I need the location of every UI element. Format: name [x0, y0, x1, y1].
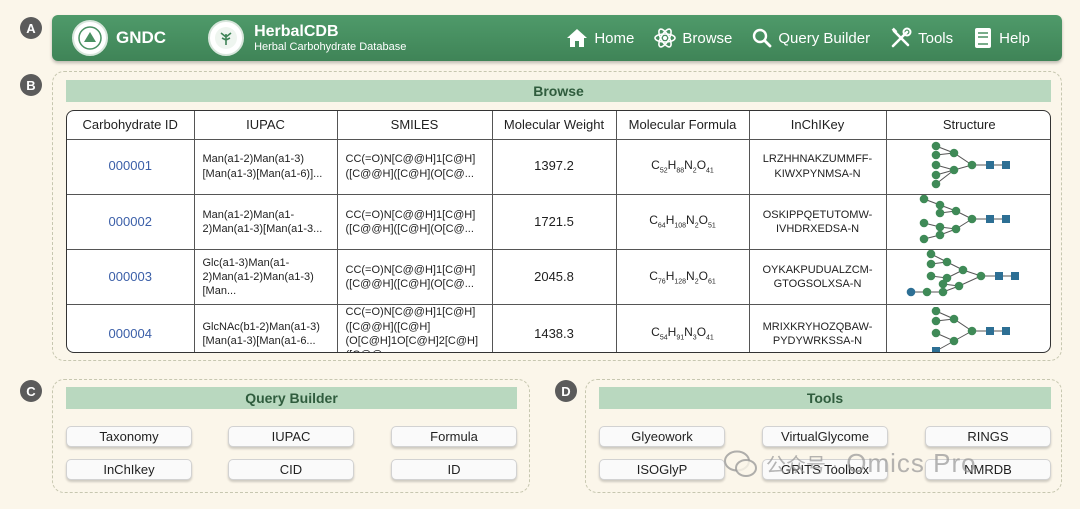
tool-virtualglycome-button[interactable]: VirtualGlycome [762, 426, 888, 447]
nav-home[interactable]: Home [566, 28, 634, 48]
mw-cell: 1438.3 [492, 304, 617, 352]
browse-title: Browse [66, 80, 1051, 102]
col-header-iupac[interactable]: IUPAC [194, 111, 338, 140]
table-header-row: Carbohydrate ID IUPAC SMILES Molecular W… [67, 111, 1050, 140]
nav-home-label: Home [594, 29, 635, 47]
mw-cell: 2045.8 [492, 249, 617, 306]
glycan-structure-icon [886, 305, 1050, 352]
panel-label-a: A [20, 17, 42, 39]
nav-query-builder-label: Query Builder [778, 29, 871, 47]
formula-cell: C76H128N2O61 [616, 249, 750, 306]
col-header-id[interactable]: Carbohydrate ID [67, 111, 195, 140]
query-inchikey-button[interactable]: InChIkey [66, 459, 192, 480]
panel-label-c: C [20, 380, 42, 402]
formula-cell: C52H88N2O41 [616, 139, 750, 195]
smiles-cell: CC(=O)N[C@@H]1[C@H]([C@@H]([C@H](O[C@... [337, 194, 493, 251]
inchikey-cell: LRZHHNAKZUMMFF-KIWXPYNMSA-N [749, 139, 887, 195]
carbohydrate-id-link[interactable]: 000002 [67, 194, 195, 251]
db-subtitle: Herbal Carbohydrate Database [254, 40, 407, 53]
browse-table: Carbohydrate ID IUPAC SMILES Molecular W… [66, 110, 1051, 353]
tools-icon [891, 27, 912, 48]
iupac-cell: Glc(a1-3)Man(a1-2)Man(a1-2)Man(a1-3)[Man… [194, 249, 338, 306]
smiles-cell: CC(=O)N[C@@H]1[C@H]([C@@H]([C@H](O[C@H]1… [337, 304, 493, 352]
nav-tools[interactable]: Tools [890, 27, 953, 49]
query-cid-button[interactable]: CID [228, 459, 354, 480]
gndc-logo [72, 20, 108, 56]
tools-title: Tools [599, 387, 1051, 409]
formula-cell: C64H108N2O51 [616, 194, 750, 251]
query-builder-title: Query Builder [66, 387, 517, 409]
table-row[interactable]: 000002 Man(a1-2)Man(a1-2)Man(a1-3)[Man(a… [67, 194, 1050, 251]
query-iupac-button[interactable]: IUPAC [228, 426, 354, 447]
panel-label-b: B [20, 74, 42, 96]
nav-help-label: Help [999, 29, 1030, 47]
tool-isoglyp-button[interactable]: ISOGlyP [599, 459, 725, 480]
col-header-smiles[interactable]: SMILES [337, 111, 493, 140]
query-formula-button[interactable]: Formula [391, 426, 517, 447]
herbalcdb-brand[interactable]: HerbalCDB Herbal Carbohydrate Database [208, 20, 406, 56]
panel-label-d: D [555, 380, 577, 402]
herbalcdb-logo [208, 20, 245, 56]
nav-browse-label: Browse [682, 29, 733, 47]
carbohydrate-id-link[interactable]: 000001 [67, 139, 195, 195]
carbohydrate-id-link[interactable]: 000003 [67, 249, 195, 306]
glycan-structure-icon [886, 249, 1050, 306]
tool-glyeowork-button[interactable]: Glyeowork [599, 426, 725, 447]
formula-cell: C54H91N3O41 [616, 304, 750, 352]
main-nav: Home Browse Query Builder Tools Help [566, 27, 1030, 49]
col-header-formula[interactable]: Molecular Formula [616, 111, 750, 140]
inchikey-cell: OYKAKPUDUALZCM-GTOGSOLXSA-N [749, 249, 887, 306]
db-title: HerbalCDB [254, 23, 339, 41]
gndc-name: GNDC [116, 28, 167, 47]
tool-grits-toolbox-button[interactable]: GRITS Toolbox [762, 459, 888, 480]
gndc-brand[interactable]: GNDC [72, 20, 166, 56]
table-row[interactable]: 000003 Glc(a1-3)Man(a1-2)Man(a1-2)Man(a1… [67, 249, 1050, 306]
glycan-structure-icon [886, 139, 1050, 195]
iupac-cell: Man(a1-2)Man(a1-3)[Man(a1-3)[Man(a1-6)].… [194, 139, 338, 195]
atom-icon [654, 28, 677, 48]
table-row[interactable]: 000001 Man(a1-2)Man(a1-3)[Man(a1-3)[Man(… [67, 139, 1050, 195]
nav-browse[interactable]: Browse [654, 27, 732, 49]
search-icon [753, 28, 772, 48]
col-header-mw[interactable]: Molecular Weight [492, 111, 617, 140]
site-header: GNDC HerbalCDB Herbal Carbohydrate Datab… [52, 15, 1062, 61]
col-header-structure[interactable]: Structure [886, 111, 1050, 140]
nav-help[interactable]: Help [973, 27, 1030, 49]
mw-cell: 1397.2 [492, 139, 617, 195]
nav-tools-label: Tools [918, 29, 954, 47]
query-taxonomy-button[interactable]: Taxonomy [66, 426, 192, 447]
carbohydrate-id-link[interactable]: 000004 [67, 304, 195, 352]
iupac-cell: Man(a1-2)Man(a1-2)Man(a1-3)[Man(a1-3... [194, 194, 338, 251]
mw-cell: 1721.5 [492, 194, 617, 251]
smiles-cell: CC(=O)N[C@@H]1[C@H]([C@@H]([C@H](O[C@... [337, 249, 493, 306]
home-icon [567, 29, 588, 47]
inchikey-cell: OSKIPPQETUTOMW-IVHDRXEDSA-N [749, 194, 887, 251]
iupac-cell: GlcNAc(b1-2)Man(a1-3)[Man(a1-3)[Man(a1-6… [194, 304, 338, 352]
col-header-inchikey[interactable]: InChIKey [749, 111, 887, 140]
tool-nmrdb-button[interactable]: NMRDB [925, 459, 1051, 480]
glycan-structure-icon [886, 194, 1050, 251]
query-id-button[interactable]: ID [391, 459, 517, 480]
smiles-cell: CC(=O)N[C@@H]1[C@H]([C@@H]([C@H](O[C@... [337, 139, 493, 195]
tool-rings-button[interactable]: RINGS [925, 426, 1051, 447]
inchikey-cell: MRIXKRYHOZQBAW-PYDYWRKSSA-N [749, 304, 887, 352]
table-row[interactable]: 000004 GlcNAc(b1-2)Man(a1-3)[Man(a1-3)[M… [67, 304, 1050, 352]
book-icon [975, 28, 992, 48]
nav-query-builder[interactable]: Query Builder [752, 28, 870, 48]
